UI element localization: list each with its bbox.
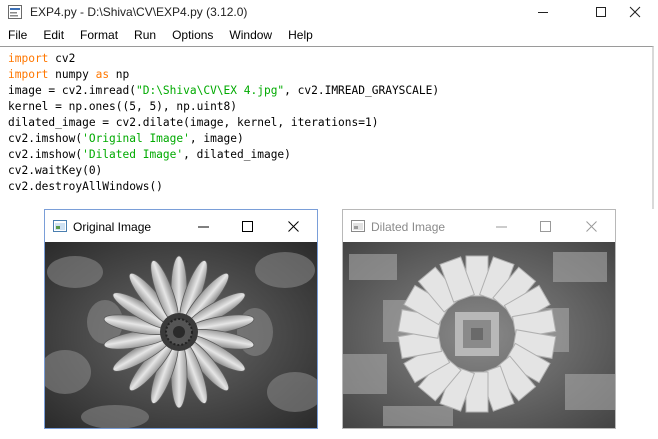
menu-help[interactable]: Help [280, 24, 321, 46]
code-token: cv2.imshow( [8, 132, 83, 145]
minimize-icon [495, 226, 507, 227]
title-bar: EXP4.py - D:\Shiva\CV\EXP4.py (3.12.0) [0, 0, 658, 24]
python-idle-icon [8, 5, 22, 19]
original-image-title: Original Image [73, 220, 152, 234]
menu-options[interactable]: Options [164, 24, 221, 46]
code-keyword: import [8, 68, 49, 81]
menu-run[interactable]: Run [126, 24, 164, 46]
minimize-button[interactable] [520, 0, 566, 24]
image-window-icon [351, 220, 365, 232]
close-icon [629, 6, 641, 18]
code-token: np [109, 68, 130, 81]
maximize-icon [596, 7, 606, 17]
code-line: import numpy as np [8, 68, 129, 81]
code-line: dilated_image = cv2.dilate(image, kernel… [8, 116, 378, 129]
code-token: cv2.destroyAllWindows() [8, 180, 163, 193]
original-image [45, 242, 317, 428]
window-title: EXP4.py - D:\Shiva\CV\EXP4.py (3.12.0) [30, 5, 248, 19]
original-close-button[interactable] [281, 214, 305, 238]
menu-window[interactable]: Window [221, 24, 280, 46]
original-image-canvas [45, 242, 317, 428]
menu-edit[interactable]: Edit [35, 24, 72, 46]
code-line: cv2.imshow('Dilated Image', dilated_imag… [8, 148, 291, 161]
code-token: , image) [189, 132, 244, 145]
original-maximize-button[interactable] [235, 214, 259, 238]
maximize-icon [539, 220, 551, 232]
code-line: kernel = np.ones((5, 5), np.uint8) [8, 100, 237, 113]
maximize-icon [241, 220, 253, 232]
menu-bar: File Edit Format Run Options Window Help [0, 24, 658, 46]
code-string: "D:\Shiva\CV\EX 4.jpg" [135, 84, 285, 97]
original-image-window[interactable]: Original Image [44, 209, 318, 429]
dilated-image-canvas [343, 242, 615, 428]
code-token: cv2 [48, 52, 76, 65]
dilated-maximize-button[interactable] [533, 214, 557, 238]
original-image-titlebar[interactable]: Original Image [45, 210, 317, 242]
dilated-image [343, 242, 615, 428]
code-token: numpy [48, 68, 96, 81]
code-line: image = cv2.imread("D:\Shiva\CV\EX 4.jpg… [8, 84, 439, 97]
close-icon [287, 220, 299, 232]
code-token: cv2.waitKey(0) [8, 164, 103, 177]
close-button[interactable] [612, 0, 658, 24]
menu-format[interactable]: Format [72, 24, 126, 46]
dilated-close-button[interactable] [579, 214, 603, 238]
code-line: cv2.waitKey(0) [8, 164, 102, 177]
code-token: , dilated_image) [183, 148, 291, 161]
code-line: import cv2 [8, 52, 75, 65]
code-token: dilated_image = cv2.dilate(image, kernel… [8, 116, 379, 129]
code-line: cv2.imshow('Original Image', image) [8, 132, 244, 145]
code-text: import cv2 import numpy as np image = cv… [8, 51, 439, 195]
minimize-icon [197, 226, 209, 227]
code-token: , cv2.IMREAD_GRAYSCALE) [284, 84, 440, 97]
original-minimize-button[interactable] [191, 214, 215, 238]
minimize-icon [538, 12, 548, 13]
image-window-icon [53, 220, 67, 232]
dilated-image-titlebar[interactable]: Dilated Image [343, 210, 615, 242]
close-icon [585, 220, 597, 232]
menu-file[interactable]: File [0, 24, 35, 46]
code-keyword: as [95, 68, 110, 81]
code-token: kernel = np.ones((5, 5), np.uint8) [8, 100, 238, 113]
code-keyword: import [8, 52, 49, 65]
code-token: cv2.imshow( [8, 148, 83, 161]
code-string: 'Dilated Image' [82, 148, 184, 161]
code-editor[interactable]: import cv2 import numpy as np image = cv… [0, 46, 654, 210]
code-line: cv2.destroyAllWindows() [8, 180, 163, 193]
dilated-image-window[interactable]: Dilated Image [342, 209, 616, 429]
code-string: 'Original Image' [82, 132, 190, 145]
code-token: image = cv2.imread( [8, 84, 136, 97]
dilated-image-title: Dilated Image [371, 220, 446, 234]
dilated-minimize-button[interactable] [489, 214, 513, 238]
